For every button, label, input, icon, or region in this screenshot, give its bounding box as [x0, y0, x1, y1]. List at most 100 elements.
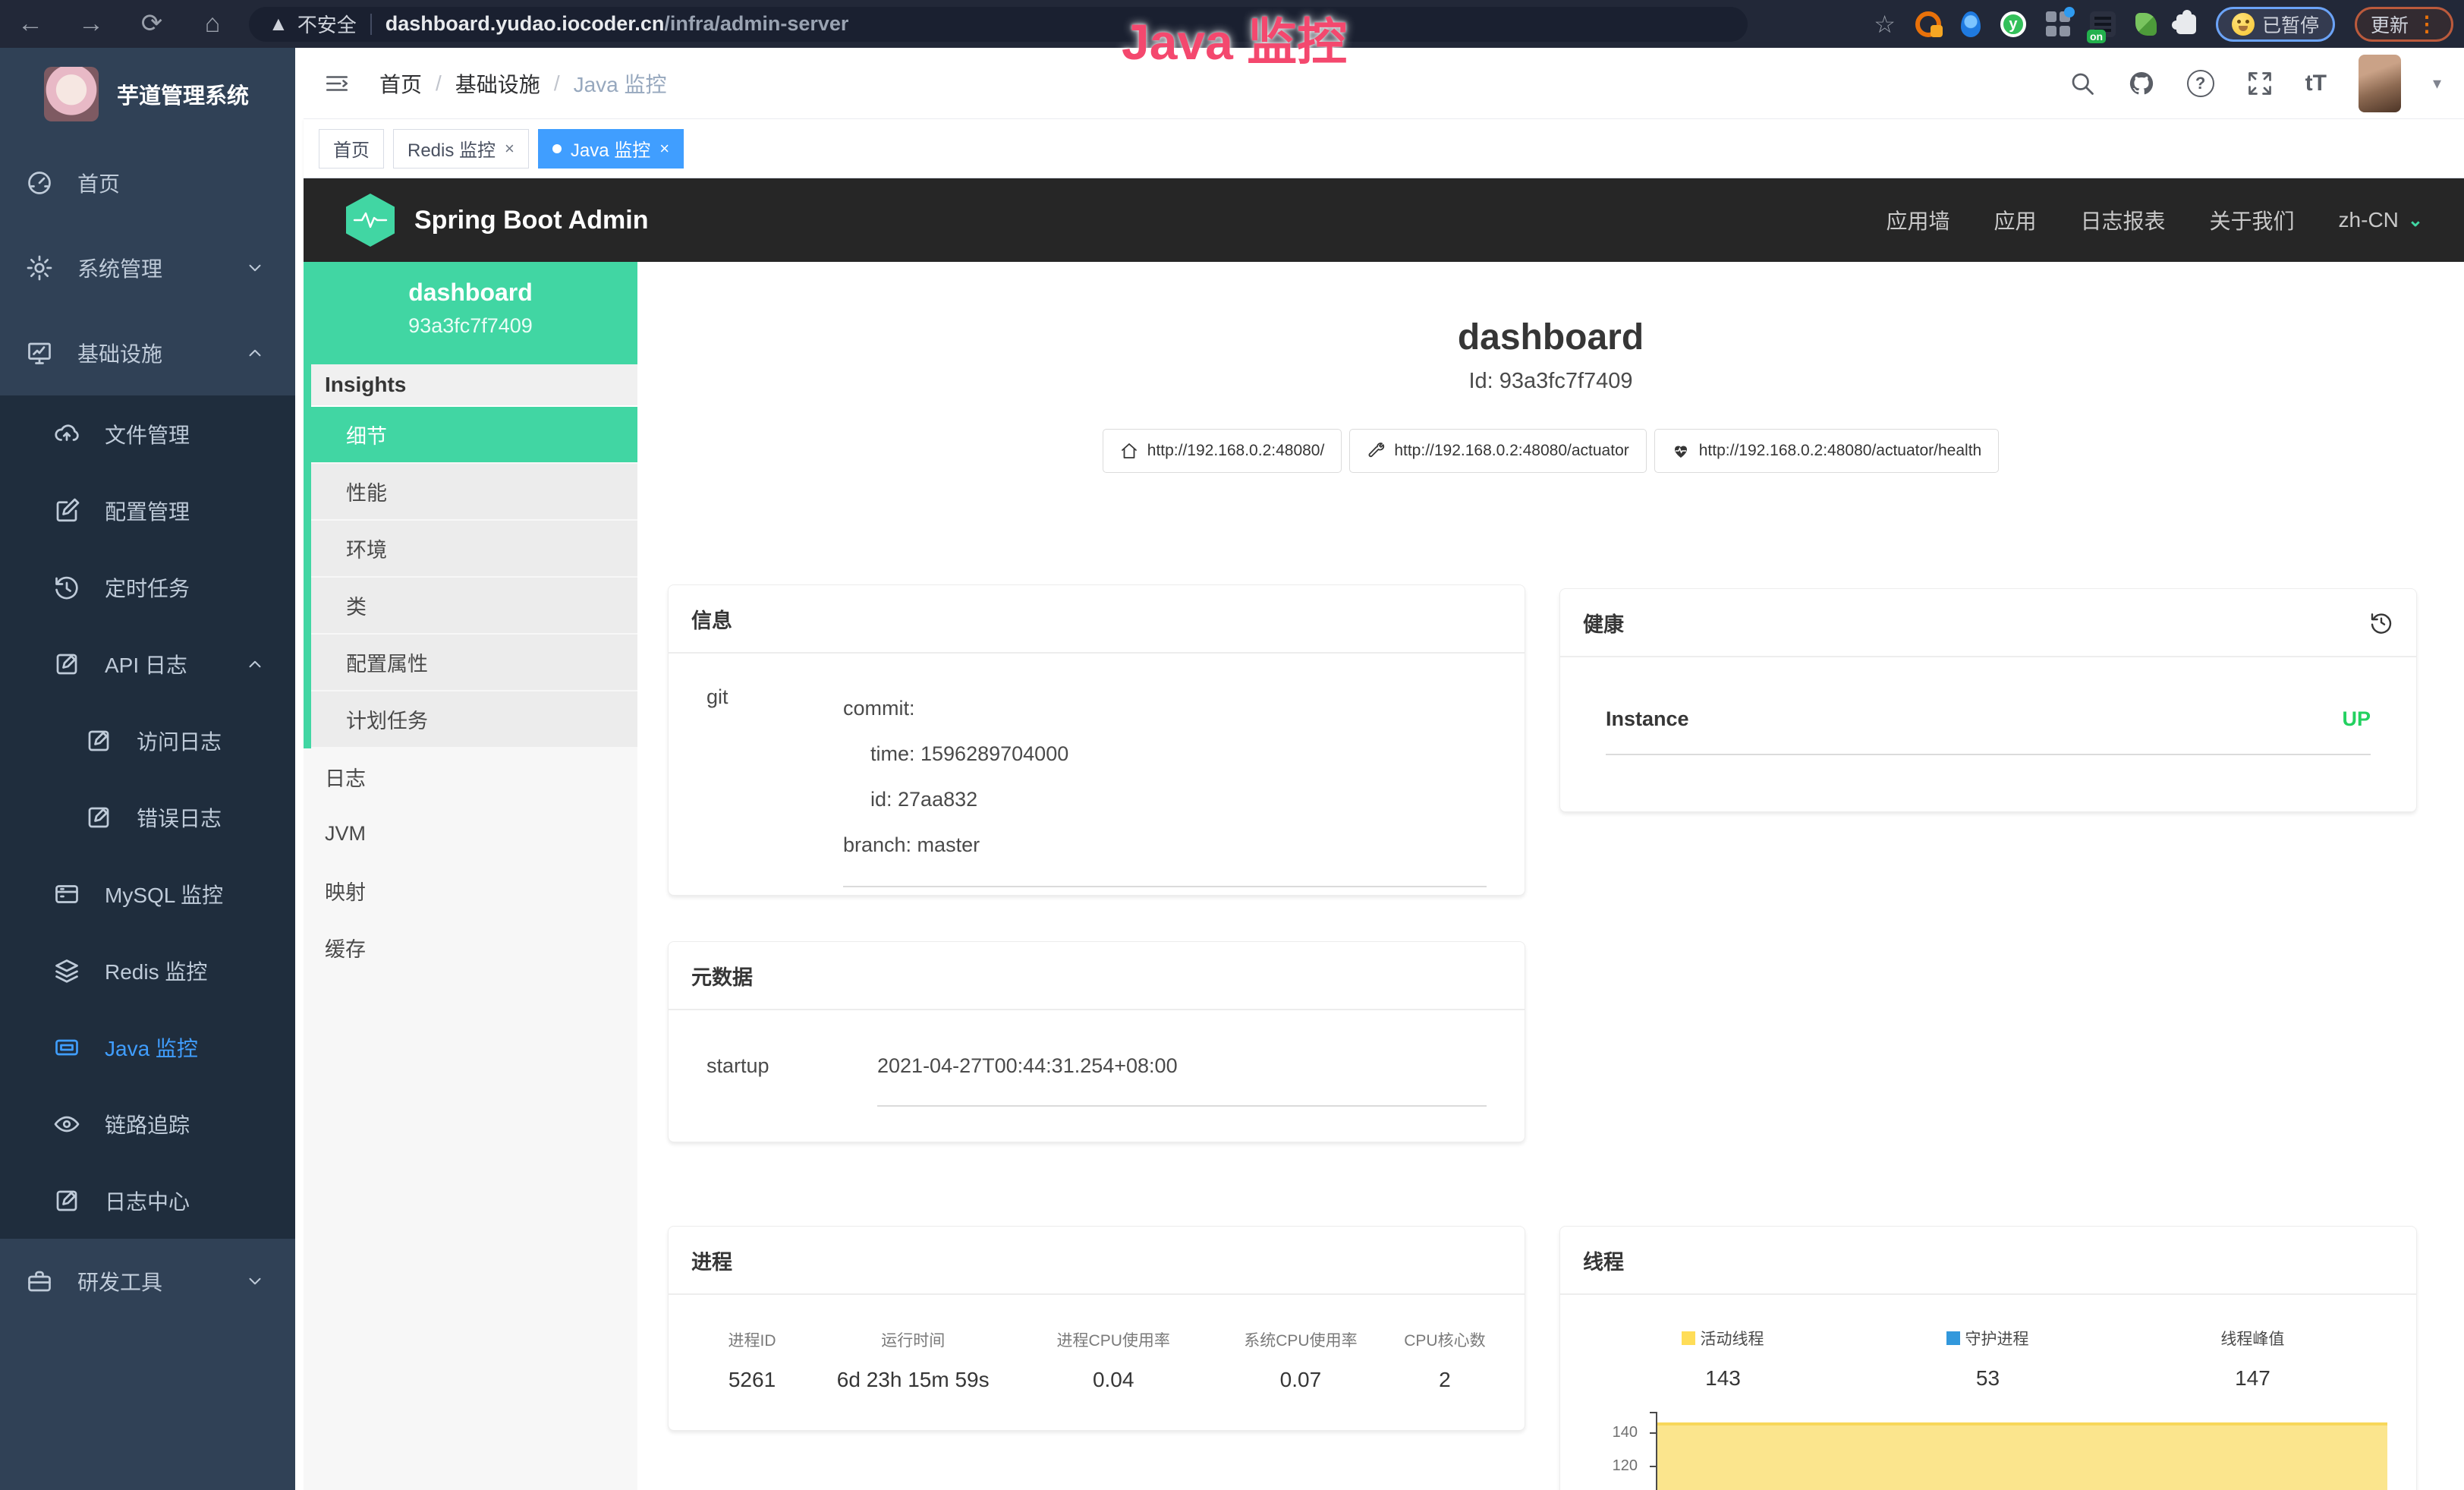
tab-java-monitor[interactable]: Java 监控×: [538, 129, 684, 169]
chevron-up-icon: [245, 343, 265, 363]
user-caret-icon[interactable]: ▾: [2433, 74, 2441, 93]
sidebar-item-java-monitor[interactable]: Java 监控: [0, 1009, 295, 1085]
health-instance-row: Instance UP: [1606, 707, 2371, 755]
sba-brand-title[interactable]: Spring Boot Admin: [414, 206, 648, 235]
security-label: 不安全: [297, 10, 357, 38]
process-uptime: 运行时间 6d 23h 15m 59s: [808, 1328, 1018, 1392]
sba-nav-journal[interactable]: 日志报表: [2081, 205, 2166, 235]
timer-icon: [53, 574, 80, 601]
sidebar-item-infra[interactable]: 基础设施: [0, 310, 295, 395]
close-icon[interactable]: ×: [505, 139, 515, 159]
extension-grid-icon[interactable]: [2046, 11, 2070, 37]
sba-language-select[interactable]: zh-CN ⌄: [2339, 208, 2423, 232]
bookmark-star-icon[interactable]: ☆: [1874, 10, 1896, 39]
sidebar-item-mysql-monitor[interactable]: MySQL 监控: [0, 855, 295, 932]
dashboard-gauge-icon: [26, 169, 53, 197]
info-git-row: git commit: time: 1596289704000 id: 27aa…: [669, 654, 1525, 887]
back-icon[interactable]: ←: [0, 0, 61, 48]
eye-icon: [53, 1110, 80, 1138]
cloud-upload-icon: [53, 421, 80, 448]
edit-square-icon: [53, 1187, 80, 1214]
extensions-puzzle-icon[interactable]: [2176, 14, 2196, 34]
help-icon[interactable]: ?: [2187, 70, 2214, 97]
health-status-badge: UP: [2342, 707, 2371, 731]
close-icon[interactable]: ×: [659, 139, 669, 159]
extension-leaf-icon[interactable]: [2135, 13, 2157, 36]
home-icon[interactable]: ⌂: [182, 0, 243, 48]
sba-side-item-metrics[interactable]: 性能: [311, 464, 637, 521]
search-icon[interactable]: [2069, 70, 2096, 97]
sidebar-item-log-center[interactable]: 日志中心: [0, 1162, 295, 1239]
user-avatar[interactable]: [2359, 55, 2401, 112]
sidebar-item-redis-monitor[interactable]: Redis 监控: [0, 932, 295, 1009]
font-size-icon[interactable]: tT: [2305, 71, 2327, 96]
metadata-startup-row: startup 2021-04-27T00:44:31.254+08:00: [669, 1010, 1525, 1107]
github-icon[interactable]: [2128, 70, 2155, 97]
actuator-url-button[interactable]: http://192.168.0.2:48080/actuator: [1349, 429, 1646, 473]
sidebar-item-home[interactable]: 首页: [0, 140, 295, 225]
sba-side-item-classes[interactable]: 类: [311, 578, 637, 635]
legend-daemon-threads: 守护进程 53: [1855, 1327, 2120, 1391]
tab-home[interactable]: 首页: [319, 129, 384, 169]
sba-nav-wallboard[interactable]: 应用墙: [1886, 205, 1949, 235]
home-icon: [1120, 442, 1138, 460]
extension-on-icon[interactable]: on: [2090, 11, 2116, 37]
fullscreen-icon[interactable]: [2246, 70, 2274, 97]
sidebar-item-config-mgmt[interactable]: 配置管理: [0, 472, 295, 549]
sidebar-item-dev-tools[interactable]: 研发工具: [0, 1239, 295, 1324]
security-warning-icon[interactable]: ▲: [269, 12, 288, 36]
breadcrumb-home[interactable]: 首页: [379, 68, 422, 99]
health-card-title: 健康: [1583, 608, 1624, 638]
service-url-button[interactable]: http://192.168.0.2:48080/: [1103, 429, 1342, 473]
sba-nav: 应用墙 应用 日志报表 关于我们 zh-CN ⌄: [1886, 205, 2423, 235]
sba-side-item-scheduled-tasks[interactable]: 计划任务: [311, 691, 637, 748]
chevron-down-icon: [245, 258, 265, 278]
profile-paused-chip[interactable]: 已暂停: [2216, 7, 2335, 42]
breadcrumb-infra[interactable]: 基础设施: [455, 68, 540, 99]
forward-icon[interactable]: →: [61, 0, 121, 48]
sba-nav-about[interactable]: 关于我们: [2210, 205, 2295, 235]
hamburger-icon[interactable]: [322, 71, 352, 96]
sba-side-item-mappings[interactable]: 映射: [304, 862, 637, 919]
scrollbar-gutter[interactable]: [295, 48, 304, 1490]
sidebar-item-tracing[interactable]: 链路追踪: [0, 1085, 295, 1162]
breadcrumb: 首页 / 基础设施 / Java 监控: [379, 68, 667, 99]
sba-side-item-details[interactable]: 细节: [311, 407, 637, 464]
sidebar-item-file-mgmt[interactable]: 文件管理: [0, 395, 295, 472]
reload-icon[interactable]: ⟳: [121, 0, 182, 48]
sidebar-item-system[interactable]: 系统管理: [0, 225, 295, 310]
history-icon[interactable]: [2369, 610, 2393, 635]
process-card-title: 进程: [669, 1227, 1525, 1295]
app-sidebar: 芋道管理系统 首页 系统管理 基础设施 文件管理 配置管理: [0, 48, 295, 1490]
sidebar-item-cron-jobs[interactable]: 定时任务: [0, 549, 295, 625]
browser-menu-icon[interactable]: ⋮: [2416, 19, 2437, 30]
address-bar[interactable]: ▲ 不安全 dashboard.yudao.iocoder.cn/infra/a…: [249, 7, 1748, 42]
sidebar-item-error-logs[interactable]: 错误日志: [0, 779, 295, 855]
sidebar-item-api-logs[interactable]: API 日志: [0, 625, 295, 702]
sba-nav-applications[interactable]: 应用: [1994, 205, 2037, 235]
notification-dot: [2064, 7, 2075, 17]
tab-redis-monitor[interactable]: Redis 监控×: [393, 129, 529, 169]
extension-orange-icon[interactable]: [1915, 11, 1941, 37]
sba-side-item-configprops[interactable]: 配置属性: [311, 635, 637, 691]
browser-update-chip[interactable]: 更新 ⋮: [2355, 7, 2453, 42]
info-value: commit: time: 1596289704000 id: 27aa832 …: [843, 685, 1487, 887]
update-label: 更新: [2371, 11, 2409, 38]
sba-side-item-jvm[interactable]: JVM: [304, 805, 637, 862]
instance-name: dashboard: [304, 279, 637, 307]
sba-side-item-environment[interactable]: 环境: [311, 521, 637, 578]
extension-y-icon[interactable]: y: [2000, 11, 2026, 37]
sba-side-item-caches[interactable]: 缓存: [304, 919, 637, 976]
threads-chart: 140 120 100: [1603, 1412, 2389, 1490]
page-subtitle: Id: 93a3fc7f7409: [637, 369, 2464, 394]
instance-id: 93a3fc7f7409: [304, 314, 637, 338]
instance-header[interactable]: dashboard 93a3fc7f7409: [304, 262, 637, 364]
sba-header: Spring Boot Admin 应用墙 应用 日志报表 关于我们 zh-CN…: [304, 178, 2464, 262]
health-instance-label: Instance: [1606, 707, 1689, 731]
chevron-up-icon: [245, 654, 265, 674]
sba-side-item-logs[interactable]: 日志: [304, 748, 637, 805]
app-logo-row[interactable]: 芋道管理系统: [0, 48, 295, 140]
sidebar-item-access-logs[interactable]: 访问日志: [0, 702, 295, 779]
health-url-button[interactable]: http://192.168.0.2:48080/actuator/health: [1654, 429, 1999, 473]
extension-pin-icon[interactable]: [1961, 11, 1981, 37]
